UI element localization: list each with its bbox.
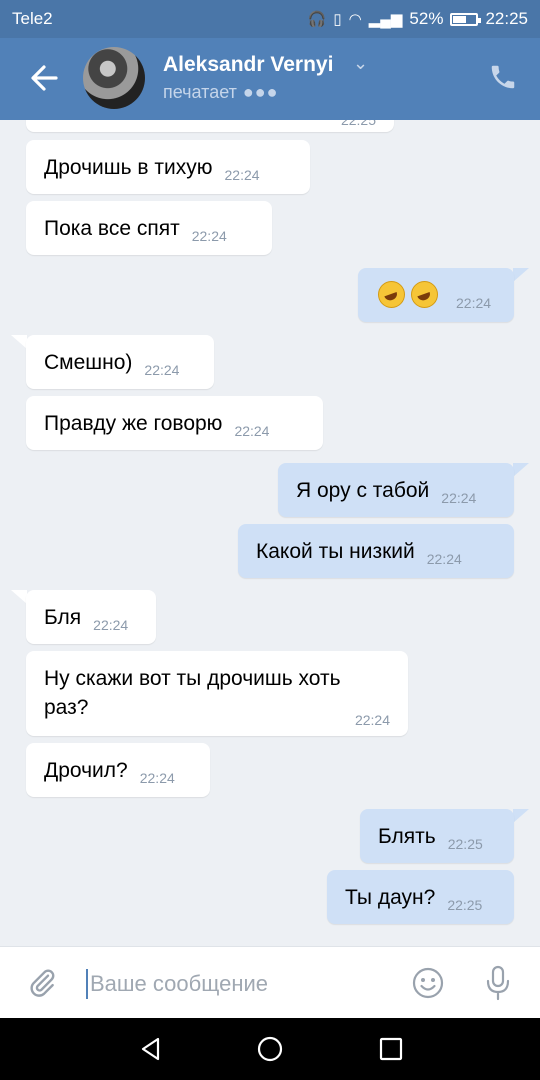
message-time: 22:24 (224, 167, 260, 183)
bubble-tail (11, 590, 27, 604)
contact-name[interactable]: Aleksandr Vernyi (163, 53, 333, 77)
message-time: 22:24 (139, 770, 175, 786)
message-bubble-incoming[interactable]: Смешно) 22:24 (26, 335, 214, 389)
message-text: Какой ты низкий (256, 540, 415, 563)
message-time: 22:24 (456, 295, 492, 311)
chevron-down-icon[interactable]: ⌄ (353, 53, 368, 74)
avatar[interactable] (83, 47, 145, 109)
message-bubble-incoming[interactable]: Ну скажи вот ты дрочишь хоть раз? 22:24 (26, 651, 408, 736)
message-bubble-outgoing[interactable]: 22:24 (358, 268, 514, 322)
message-bubble-incoming[interactable]: Правду же говорю 22:24 (26, 396, 323, 450)
chat-header: Aleksandr Vernyi ⌄ печатает ●●● (0, 38, 540, 120)
carrier-label: Tele2 (12, 9, 53, 28)
message-text: Бля (44, 606, 82, 629)
message-time: 22:25 (340, 120, 376, 128)
message-bubble-outgoing[interactable]: Какой ты низкий 22:24 (238, 524, 514, 578)
typing-status: печатает ●●● (163, 82, 279, 103)
message-text: Смешно) (44, 351, 133, 374)
message-time: 22:24 (93, 617, 129, 633)
message-time: 22:25 (447, 836, 483, 852)
paperclip-icon[interactable] (26, 967, 58, 999)
message-bubble-incoming[interactable]: Дрочил? 22:24 (26, 743, 210, 797)
message-time: 22:24 (144, 362, 180, 378)
headphones-icon: 🎧 (307, 11, 327, 28)
laughing-emoji-icon (378, 281, 405, 308)
message-bubble-outgoing[interactable]: Блять 22:25 (360, 809, 514, 863)
message-text: Ну скажи вот ты дрочишь хоть раз? (44, 667, 341, 719)
laughing-emoji-icon (411, 281, 438, 308)
bubble-tail (513, 809, 529, 823)
clock: 22:25 (485, 9, 528, 28)
message-time: 22:24 (191, 228, 227, 244)
message-text: Ты даун? (345, 886, 436, 909)
emoji-smile-icon[interactable] (412, 967, 444, 999)
message-text: Правду же говорю (44, 412, 223, 435)
typing-dots-icon: ●●● (242, 82, 279, 102)
typing-status-text: печатает (163, 82, 237, 102)
signal-icon: ▂▄▆ (368, 11, 403, 28)
message-bubble-incoming[interactable]: Пока все спят 22:24 (26, 201, 272, 255)
message-time: 22:24 (426, 551, 462, 567)
bubble-tail (513, 463, 529, 477)
status-icons: 🎧 ▯ ◠ ▂▄▆ 52% 22:25 (308, 9, 528, 29)
message-text: Дрочил? (44, 759, 128, 782)
message-list[interactable]: 22:25 Дрочишь в тихую 22:24 Пока все спят… (0, 120, 540, 946)
back-triangle-icon[interactable] (138, 1036, 164, 1062)
phone-icon[interactable] (488, 62, 518, 92)
message-time: 22:24 (441, 490, 477, 506)
battery-percent: 52% (409, 9, 444, 28)
message-bubble-incoming[interactable]: Дрочишь в тихую 22:24 (26, 140, 310, 194)
back-arrow-icon[interactable] (28, 60, 60, 96)
message-bubble-incoming[interactable]: 22:25 (26, 120, 394, 132)
message-input[interactable] (88, 965, 392, 1003)
vibrate-icon: ▯ (333, 11, 342, 28)
message-time: 22:24 (234, 423, 270, 439)
android-nav-bar (0, 1018, 540, 1080)
status-bar: Tele2 🎧 ▯ ◠ ▂▄▆ 52% 22:25 (0, 0, 540, 38)
recents-square-icon[interactable] (378, 1036, 404, 1062)
battery-icon (450, 12, 482, 26)
microphone-icon[interactable] (485, 965, 511, 1001)
bubble-tail (11, 335, 27, 349)
bubble-tail (513, 268, 529, 282)
message-bubble-outgoing[interactable]: Я ору с табой 22:24 (278, 463, 514, 517)
message-text: Я ору с табой (296, 479, 430, 502)
message-time: 22:25 (447, 897, 483, 913)
message-text: Дрочишь в тихую (44, 156, 213, 179)
message-bubble-outgoing[interactable]: Ты даун? 22:25 (327, 870, 514, 924)
message-text: Пока все спят (44, 217, 180, 240)
message-text: Блять (378, 825, 436, 848)
message-time: 22:24 (354, 712, 390, 728)
message-bubble-incoming[interactable]: Бля 22:24 (26, 590, 156, 644)
wifi-icon: ◠ (348, 11, 362, 28)
message-composer (0, 946, 540, 1018)
home-circle-icon[interactable] (257, 1036, 283, 1062)
